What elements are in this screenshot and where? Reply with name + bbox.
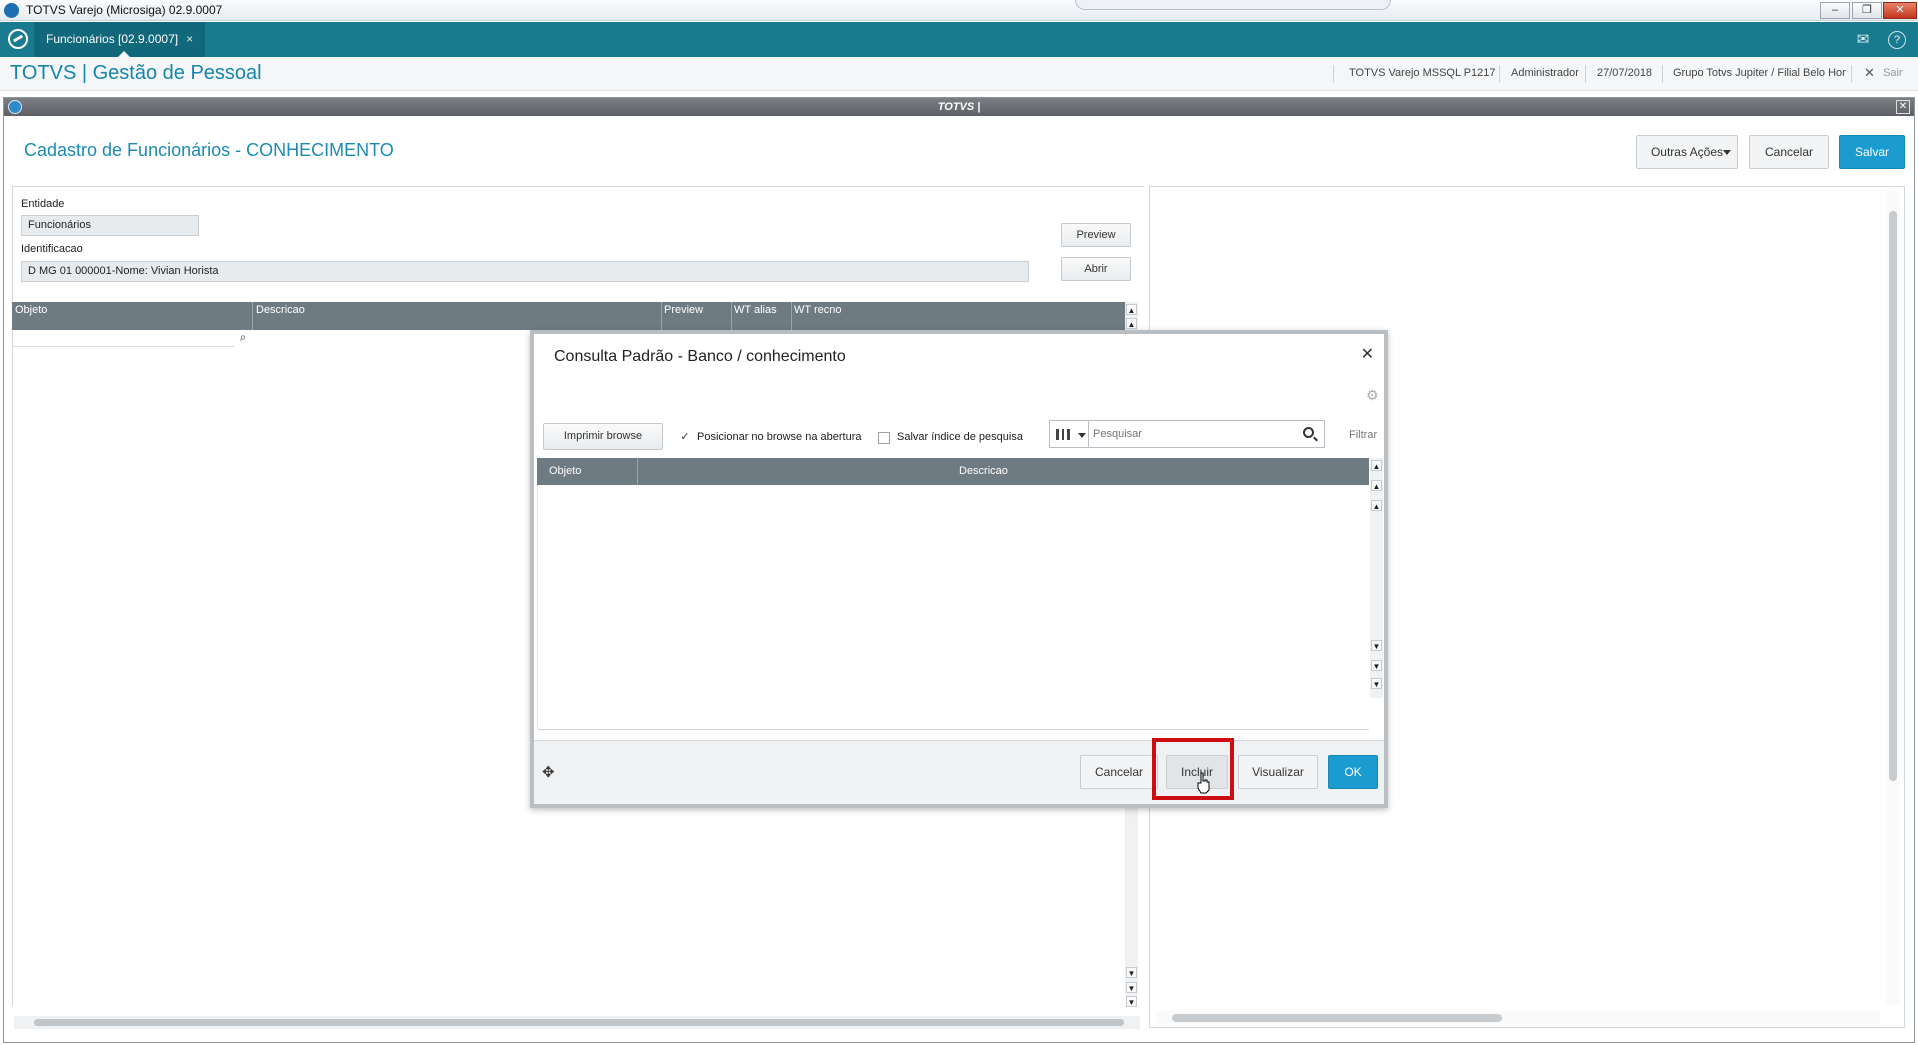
- col-descricao[interactable]: Descricao: [256, 304, 305, 316]
- divider: [1851, 65, 1852, 83]
- save-button[interactable]: Salvar: [1839, 135, 1905, 169]
- page-title: Cadastro de Funcionários - CONHECIMENTO: [24, 140, 394, 160]
- abrir-button[interactable]: Abrir: [1061, 257, 1131, 281]
- results-grid-body[interactable]: [537, 485, 1369, 730]
- chevron-down-icon: [1078, 433, 1086, 442]
- hand-cursor-icon: [1197, 772, 1211, 794]
- col-wt-alias[interactable]: WT alias: [734, 304, 777, 316]
- preview-horizontal-scrollbar[interactable]: [1156, 1011, 1880, 1024]
- left-horizontal-scrollbar[interactable]: [14, 1016, 1140, 1029]
- scroll-top-icon[interactable]: ▲: [1371, 460, 1382, 471]
- tab-close-icon[interactable]: ×: [186, 32, 193, 46]
- app-header: TOTVS | Gestão de Pessoal TOTVS Varejo M…: [0, 57, 1918, 91]
- scroll-page-up-icon[interactable]: ▲: [1126, 318, 1137, 329]
- salvar-indice-checkbox[interactable]: [878, 432, 890, 444]
- posicionar-label: Posicionar no browse na abertura: [697, 431, 862, 443]
- search-input[interactable]: [1093, 425, 1293, 443]
- tab-label: Funcionários [02.9.0007]: [46, 32, 179, 46]
- form-close-icon[interactable]: ✕: [1896, 100, 1910, 114]
- divider: [1662, 65, 1663, 83]
- entidade-label: Entidade: [21, 198, 65, 210]
- index-selector[interactable]: [1049, 420, 1089, 448]
- window-grip-handle[interactable]: [1075, 0, 1391, 10]
- exit-icon[interactable]: ✕: [1864, 65, 1875, 81]
- scroll-down-icon[interactable]: ▼: [1371, 640, 1382, 651]
- entidade-field[interactable]: Funcionários: [21, 215, 199, 236]
- preview-button[interactable]: Preview: [1061, 223, 1131, 247]
- imprimir-browse-button[interactable]: Imprimir browse: [543, 423, 663, 450]
- search-box[interactable]: [1088, 420, 1325, 448]
- divider: [12, 186, 1144, 187]
- cancel-button[interactable]: Cancelar: [1749, 135, 1829, 169]
- scroll-bottom-icon[interactable]: ▼: [1126, 996, 1137, 1007]
- app-tabbar: Funcionários [02.9.0007] × ✉ ?: [0, 22, 1918, 57]
- scroll-page-down-icon[interactable]: ▼: [1126, 982, 1137, 993]
- gear-icon[interactable]: ⚙: [1366, 388, 1380, 402]
- scroll-thumb[interactable]: [1172, 1014, 1502, 1022]
- col-objeto[interactable]: Objeto: [15, 304, 47, 316]
- columns-icon: [1056, 429, 1070, 440]
- col-descricao[interactable]: Descricao: [959, 465, 1008, 477]
- ok-button[interactable]: OK: [1328, 755, 1378, 789]
- scroll-top-icon[interactable]: ▲: [1126, 304, 1137, 315]
- search-icon[interactable]: ⌕: [234, 330, 252, 347]
- environment-label: TOTVS Varejo MSSQL P1217: [1349, 67, 1496, 79]
- totvs-logo-icon: [8, 100, 22, 114]
- user-label: Administrador: [1511, 67, 1579, 79]
- objects-grid-header: Objeto Descricao Preview WT alias WT rec…: [12, 302, 1126, 330]
- scroll-up-icon[interactable]: ▲: [1371, 500, 1382, 511]
- dialog-title: Consulta Padrão - Banco / conhecimento: [554, 348, 846, 365]
- maximize-button[interactable]: ❐: [1852, 2, 1882, 19]
- chevron-down-icon: [1723, 150, 1731, 159]
- dialog-footer: ✥ Cancelar Incluir Visualizar OK: [534, 740, 1384, 804]
- window-title: TOTVS Varejo (Microsiga) 02.9.0007: [26, 3, 223, 17]
- highlight-box: [1152, 738, 1234, 800]
- visualizar-button[interactable]: Visualizar: [1238, 755, 1318, 789]
- form-titlebar: TOTVS | ✕: [4, 98, 1914, 116]
- preview-vertical-scrollbar[interactable]: [1886, 191, 1900, 1005]
- scroll-down-icon[interactable]: ▼: [1126, 967, 1137, 978]
- posicionar-checkbox[interactable]: ✓: [679, 432, 691, 444]
- minimize-button[interactable]: ‒: [1820, 2, 1850, 19]
- identificacao-label: Identificacao: [21, 243, 83, 255]
- close-window-button[interactable]: ✕: [1883, 2, 1917, 19]
- app-logo-icon: [4, 3, 19, 18]
- scroll-page-down-icon[interactable]: ▼: [1371, 660, 1382, 671]
- scroll-thumb[interactable]: [1889, 211, 1897, 781]
- divider: [1499, 65, 1500, 83]
- scroll-bottom-icon[interactable]: ▼: [1371, 678, 1382, 689]
- main-menu-icon[interactable]: [8, 29, 28, 49]
- tab-funcionarios[interactable]: Funcionários [02.9.0007] ×: [34, 22, 206, 57]
- outras-acoes-button[interactable]: Outras Ações: [1636, 135, 1738, 169]
- close-icon[interactable]: ✕: [1361, 344, 1374, 364]
- col-objeto[interactable]: Objeto: [549, 465, 581, 477]
- scroll-thumb[interactable]: [34, 1019, 1124, 1026]
- form-titlebar-text: TOTVS |: [937, 101, 981, 113]
- move-handle-icon[interactable]: ✥: [542, 763, 555, 781]
- salvar-indice-label: Salvar índice de pesquisa: [897, 431, 1023, 443]
- filtrar-link[interactable]: Filtrar: [1349, 429, 1377, 441]
- identificacao-field[interactable]: D MG 01 000001-Nome: Vivian Horista: [21, 261, 1029, 282]
- company-label[interactable]: Grupo Totvs Jupiter / Filial Belo Hor: [1673, 67, 1846, 79]
- divider: [1333, 65, 1334, 83]
- cancel-button[interactable]: Cancelar: [1080, 755, 1158, 789]
- date-label: 27/07/2018: [1597, 67, 1653, 79]
- window-titlebar: TOTVS Varejo (Microsiga) 02.9.0007 ‒ ❐ ✕: [0, 0, 1918, 21]
- col-wt-recno[interactable]: WT recno: [794, 304, 841, 316]
- consulta-padrao-dialog: Consulta Padrão - Banco / conhecimento ✕…: [530, 330, 1388, 808]
- search-icon[interactable]: [1303, 427, 1318, 442]
- exit-link[interactable]: Sair: [1883, 67, 1903, 79]
- help-icon[interactable]: ?: [1888, 31, 1906, 49]
- scroll-page-up-icon[interactable]: ▲: [1371, 480, 1382, 491]
- outras-acoes-label: Outras Ações: [1650, 145, 1724, 159]
- results-grid-header: Objeto Descricao: [537, 458, 1369, 485]
- divider: [1585, 65, 1586, 83]
- col-preview[interactable]: Preview: [664, 304, 703, 316]
- mail-icon[interactable]: ✉: [1852, 29, 1874, 51]
- brand-title: TOTVS | Gestão de Pessoal: [10, 62, 262, 84]
- grid-filter-cell[interactable]: [12, 330, 234, 347]
